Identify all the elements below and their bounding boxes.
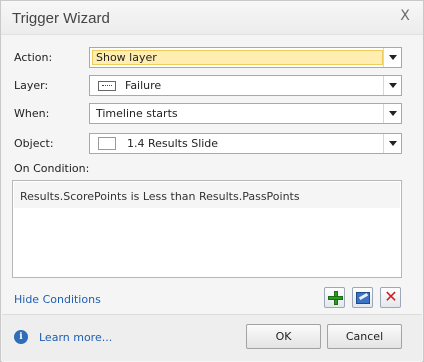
when-dropdown[interactable]: Timeline starts xyxy=(89,103,402,124)
action-label: Action: xyxy=(14,51,53,64)
title-bar: Trigger Wizard X xyxy=(1,1,423,35)
layer-dropdown[interactable]: Failure xyxy=(89,75,402,96)
condition-text: Results.ScorePoints is Less than Results… xyxy=(20,190,300,203)
layer-icon xyxy=(98,81,116,91)
condition-item[interactable]: Results.ScorePoints is Less than Results… xyxy=(14,182,400,208)
ok-button[interactable]: OK xyxy=(246,324,321,349)
info-icon: i xyxy=(14,330,28,344)
action-dropdown[interactable]: Show layer xyxy=(89,47,402,68)
trigger-wizard-dialog: Trigger Wizard X Action: Show layer Laye… xyxy=(0,0,424,362)
when-label: When: xyxy=(14,107,50,120)
conditions-list[interactable]: Results.ScorePoints is Less than Results… xyxy=(12,180,402,278)
chevron-down-icon[interactable] xyxy=(383,76,401,95)
chevron-down-icon[interactable] xyxy=(383,104,401,123)
chevron-down-icon[interactable] xyxy=(383,134,401,153)
close-icon[interactable]: X xyxy=(398,9,412,23)
object-value: 1.4 Results Slide xyxy=(127,137,219,150)
on-condition-label: On Condition: xyxy=(14,162,90,175)
delete-condition-button[interactable]: ✕ xyxy=(380,287,401,308)
layer-label: Layer: xyxy=(14,79,49,92)
when-value: Timeline starts xyxy=(96,107,178,120)
learn-more-link[interactable]: Learn more... xyxy=(39,331,112,344)
object-dropdown[interactable]: 1.4 Results Slide xyxy=(89,133,402,154)
edit-condition-button[interactable] xyxy=(352,287,373,308)
dialog-title: Trigger Wizard xyxy=(12,10,110,27)
slide-thumbnail-icon xyxy=(98,137,116,150)
action-value: Show layer xyxy=(96,51,157,64)
chevron-down-icon[interactable] xyxy=(383,48,401,67)
hide-conditions-link[interactable]: Hide Conditions xyxy=(14,293,101,306)
layer-value: Failure xyxy=(125,79,162,92)
cancel-button[interactable]: Cancel xyxy=(327,324,402,349)
object-label: Object: xyxy=(14,137,54,150)
delete-condition-icon: ✕ xyxy=(384,287,398,306)
add-condition-button[interactable] xyxy=(324,287,345,308)
